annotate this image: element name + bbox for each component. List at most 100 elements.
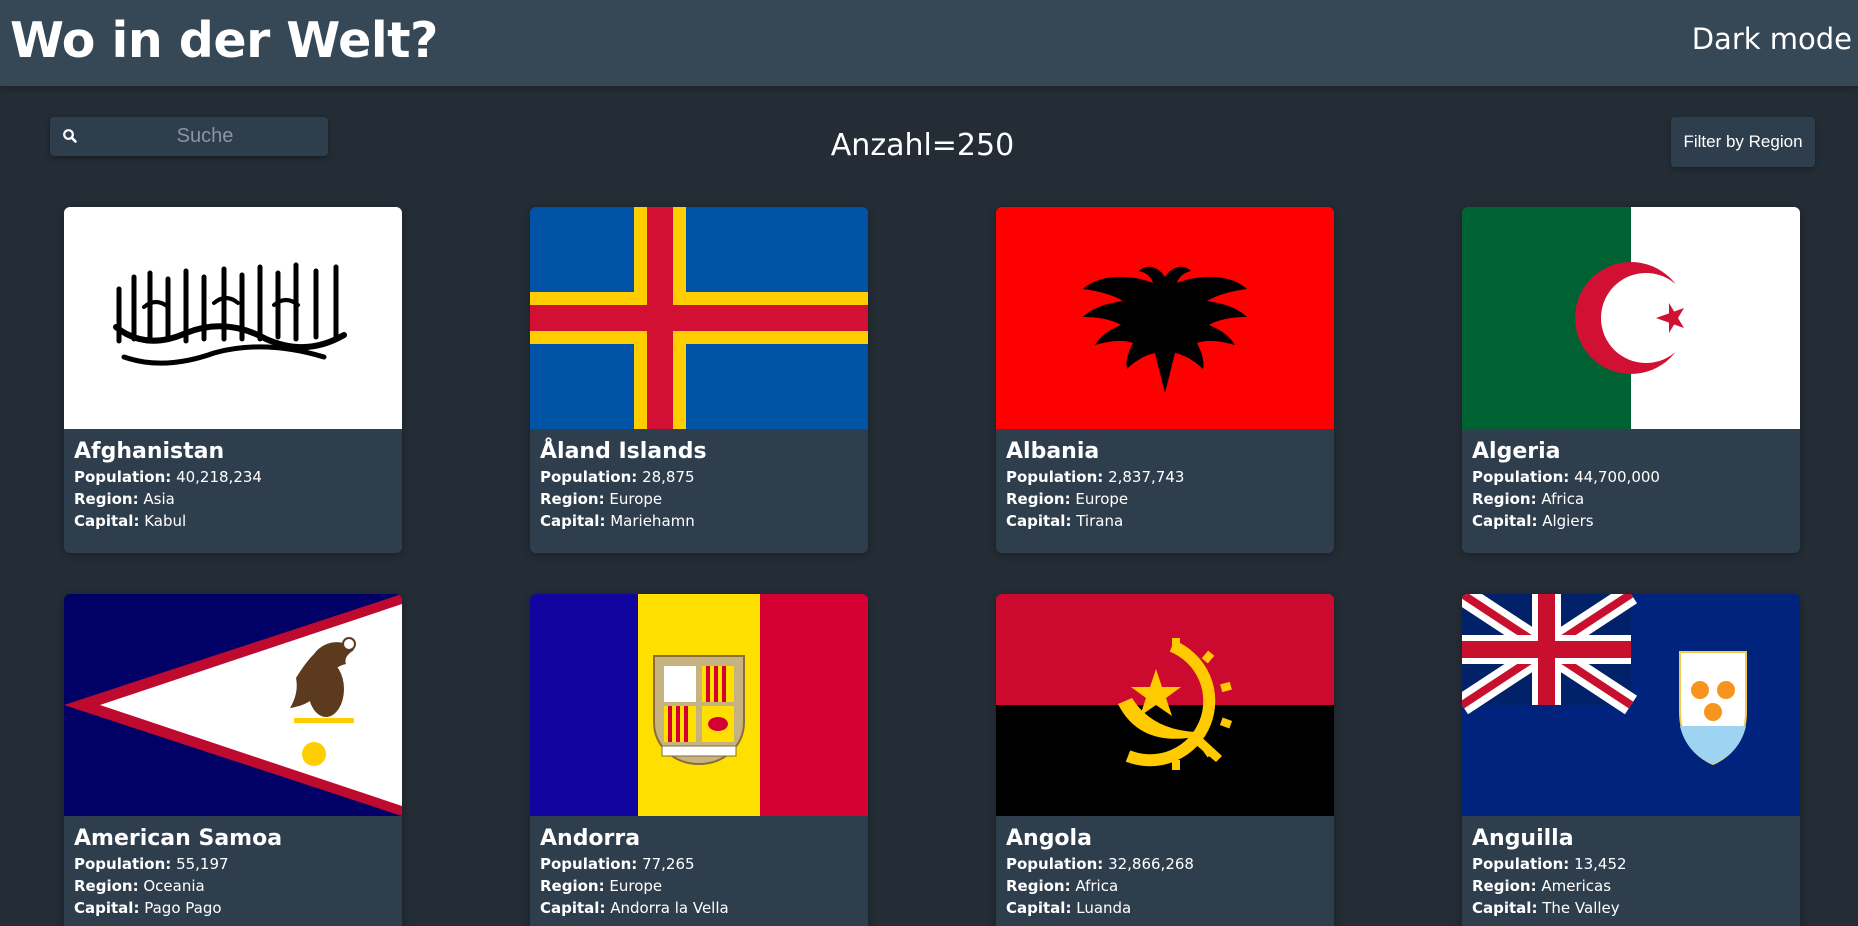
- capital-label: Capital:: [540, 899, 606, 917]
- population-value: 40,218,234: [176, 468, 262, 486]
- country-name: Åland Islands: [540, 439, 707, 464]
- capital-row: Capital: Pago Pago: [74, 897, 394, 919]
- population-label: Population:: [74, 468, 172, 486]
- capital-row: Capital: Mariehamn: [540, 510, 860, 532]
- country-name: Angola: [1006, 826, 1092, 851]
- capital-value: Tirana: [1076, 512, 1124, 530]
- capital-label: Capital:: [74, 512, 140, 530]
- capital-row: Capital: Kabul: [74, 510, 394, 532]
- region-label: Region:: [1006, 877, 1071, 895]
- card-info: Anguilla Population: 13,452 Region: Amer…: [1472, 825, 1792, 919]
- population-row: Population: 77,265: [540, 853, 860, 875]
- card-info: Andorra Population: 77,265 Region: Europ…: [540, 825, 860, 919]
- capital-value: Mariehamn: [610, 512, 695, 530]
- region-label: Region:: [1472, 490, 1537, 508]
- capital-row: Capital: Algiers: [1472, 510, 1792, 532]
- region-value: Americas: [1541, 877, 1612, 895]
- card-info: Albania Population: 2,837,743 Region: Eu…: [1006, 438, 1326, 532]
- capital-value: Pago Pago: [144, 899, 222, 917]
- region-row: Region: Asia: [74, 488, 394, 510]
- albania-flag-image: [996, 207, 1334, 429]
- region-label: Region:: [1472, 877, 1537, 895]
- region-row: Region: Europe: [540, 875, 860, 897]
- population-row: Population: 44,700,000: [1472, 466, 1792, 488]
- population-label: Population:: [540, 468, 638, 486]
- country-card-aland-islands[interactable]: Åland Islands Population: 28,875 Region:…: [530, 207, 868, 553]
- region-label: Region:: [540, 490, 605, 508]
- region-value: Oceania: [143, 877, 205, 895]
- population-row: Population: 28,875: [540, 466, 860, 488]
- population-row: Population: 55,197: [74, 853, 394, 875]
- country-name: Anguilla: [1472, 826, 1574, 851]
- capital-row: Capital: The Valley: [1472, 897, 1792, 919]
- app-title: Wo in der Welt?: [10, 12, 438, 69]
- country-name: Andorra: [540, 826, 641, 851]
- population-value: 77,265: [642, 855, 695, 873]
- country-card-angola[interactable]: Angola Population: 32,866,268 Region: Af…: [996, 594, 1334, 926]
- algeria-flag-image: [1462, 207, 1800, 429]
- filter-by-region-button[interactable]: Filter by Region: [1671, 117, 1815, 167]
- country-name: Algeria: [1472, 439, 1561, 464]
- population-value: 44,700,000: [1574, 468, 1660, 486]
- capital-row: Capital: Andorra la Vella: [540, 897, 860, 919]
- capital-label: Capital:: [74, 899, 140, 917]
- card-info: American Samoa Population: 55,197 Region…: [74, 825, 394, 919]
- population-row: Population: 13,452: [1472, 853, 1792, 875]
- capital-value: Kabul: [144, 512, 187, 530]
- country-name: American Samoa: [74, 826, 283, 851]
- country-name: Afghanistan: [74, 439, 225, 464]
- country-card-anguilla[interactable]: Anguilla Population: 13,452 Region: Amer…: [1462, 594, 1800, 926]
- population-label: Population:: [1006, 468, 1104, 486]
- region-value: Europe: [609, 877, 663, 895]
- capital-value: Andorra la Vella: [610, 899, 729, 917]
- region-row: Region: Africa: [1472, 488, 1792, 510]
- region-row: Region: Europe: [1006, 488, 1326, 510]
- region-label: Region:: [540, 877, 605, 895]
- population-label: Population:: [1472, 855, 1570, 873]
- region-value: Europe: [609, 490, 663, 508]
- country-count: Anzahl=250: [830, 128, 1015, 163]
- capital-value: The Valley: [1542, 899, 1620, 917]
- population-value: 13,452: [1574, 855, 1627, 873]
- capital-row: Capital: Luanda: [1006, 897, 1326, 919]
- population-label: Population:: [1472, 468, 1570, 486]
- capital-value: Luanda: [1076, 899, 1132, 917]
- region-label: Region:: [1006, 490, 1071, 508]
- region-value: Africa: [1075, 877, 1119, 895]
- population-row: Population: 2,837,743: [1006, 466, 1326, 488]
- card-info: Afghanistan Population: 40,218,234 Regio…: [74, 438, 394, 532]
- country-card-american-samoa[interactable]: American Samoa Population: 55,197 Region…: [64, 594, 402, 926]
- country-name: Albania: [1006, 439, 1100, 464]
- capital-label: Capital:: [1472, 899, 1538, 917]
- capital-label: Capital:: [540, 512, 606, 530]
- population-value: 32,866,268: [1108, 855, 1194, 873]
- anguilla-flag-image: [1462, 594, 1800, 816]
- capital-label: Capital:: [1006, 512, 1072, 530]
- angola-flag-image: [996, 594, 1334, 816]
- capital-label: Capital:: [1472, 512, 1538, 530]
- region-row: Region: Americas: [1472, 875, 1792, 897]
- card-info: Algeria Population: 44,700,000 Region: A…: [1472, 438, 1792, 532]
- region-label: Region:: [74, 877, 139, 895]
- card-info: Åland Islands Population: 28,875 Region:…: [540, 438, 860, 532]
- capital-label: Capital:: [1006, 899, 1072, 917]
- country-card-algeria[interactable]: Algeria Population: 44,700,000 Region: A…: [1462, 207, 1800, 553]
- app-header: Wo in der Welt? Dark mode: [0, 0, 1858, 86]
- population-row: Population: 32,866,268: [1006, 853, 1326, 875]
- capital-row: Capital: Tirana: [1006, 510, 1326, 532]
- population-row: Population: 40,218,234: [74, 466, 394, 488]
- population-label: Population:: [540, 855, 638, 873]
- country-card-albania[interactable]: Albania Population: 2,837,743 Region: Eu…: [996, 207, 1334, 553]
- region-label: Region:: [74, 490, 139, 508]
- afghanistan-flag-image: [64, 207, 402, 429]
- population-label: Population:: [74, 855, 172, 873]
- region-row: Region: Africa: [1006, 875, 1326, 897]
- aland-islands-flag-image: [530, 207, 868, 429]
- dark-mode-toggle[interactable]: Dark mode: [1692, 22, 1852, 56]
- region-row: Region: Europe: [540, 488, 860, 510]
- region-value: Europe: [1075, 490, 1129, 508]
- population-label: Population:: [1006, 855, 1104, 873]
- country-card-andorra[interactable]: Andorra Population: 77,265 Region: Europ…: [530, 594, 868, 926]
- population-value: 2,837,743: [1108, 468, 1185, 486]
- country-card-afghanistan[interactable]: Afghanistan Population: 40,218,234 Regio…: [64, 207, 402, 553]
